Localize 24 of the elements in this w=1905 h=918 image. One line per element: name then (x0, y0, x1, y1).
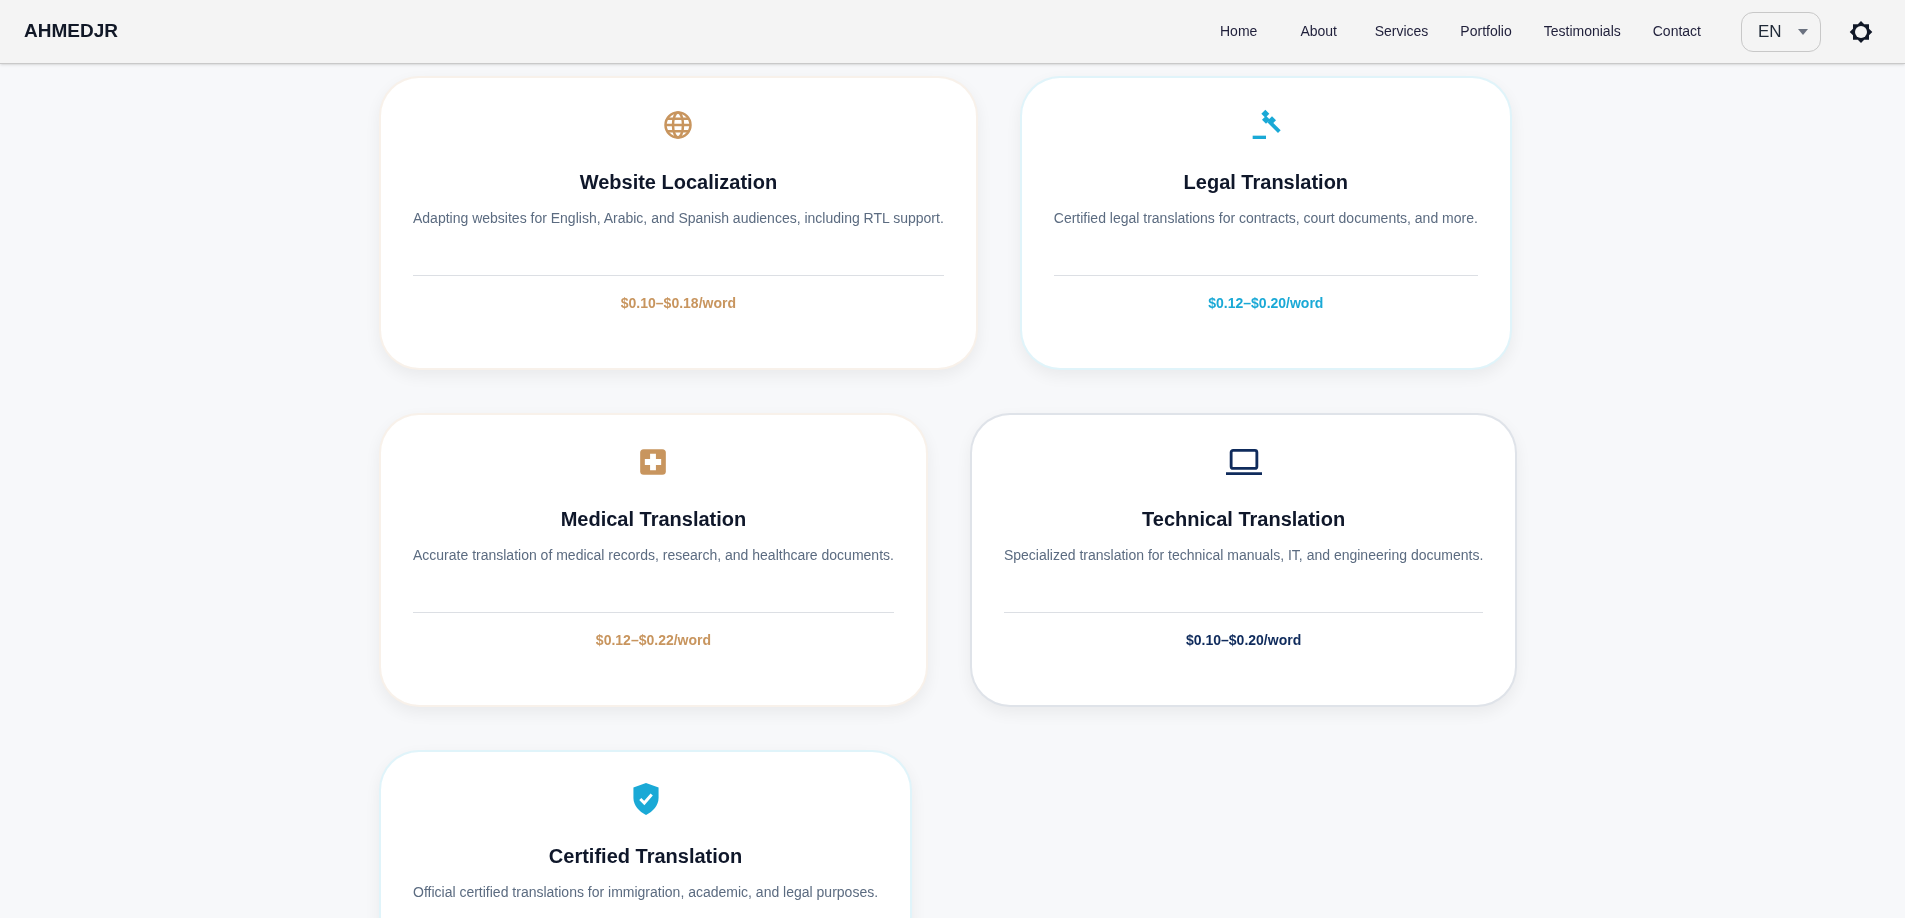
price-label: $0.12–$0.22/word (595, 631, 712, 650)
nav-link[interactable]: Contact (1636, 21, 1717, 42)
nav-link[interactable]: Testimonials (1527, 21, 1637, 42)
price-label: $0.10–$0.18/word (620, 294, 736, 313)
service-description: Accurate translation of medical records, research, and healthcare documents. (413, 546, 894, 565)
service-title: Medical Translation (560, 507, 747, 532)
service-description: Certified legal translations for contracts, court documents, and more. (1053, 209, 1478, 228)
nav-link[interactable]: About (1278, 21, 1359, 42)
service-description: Adapting websites for English, Arabic, and Spanish audiences, including RTL support. (413, 209, 944, 228)
nav-link[interactable]: Portfolio (1444, 21, 1528, 42)
price-label: $0.12–$0.20/word (1208, 294, 1324, 313)
nav-link[interactable]: Services (1358, 21, 1445, 42)
language-select[interactable]: EN (1741, 11, 1821, 52)
service-title: Website Localization (579, 170, 778, 195)
service-title: Legal Translation (1183, 170, 1349, 195)
theme-toggle-icon[interactable] (1849, 19, 1873, 44)
caret-down-icon (1798, 28, 1808, 35)
service-description: Specialized translation for technical manuals, IT, and engineering documents. (1003, 546, 1484, 565)
logo[interactable]: AHMEDJR (24, 17, 118, 46)
service-title: Certified Translation (548, 844, 743, 869)
nav-link[interactable]: Home (1198, 21, 1279, 42)
service-title: Technical Translation (1142, 507, 1346, 532)
price-label: $0.10–$0.20/word (1186, 631, 1302, 650)
service-description: Official certified translations for immigration, academic, and legal purposes. (413, 883, 879, 902)
